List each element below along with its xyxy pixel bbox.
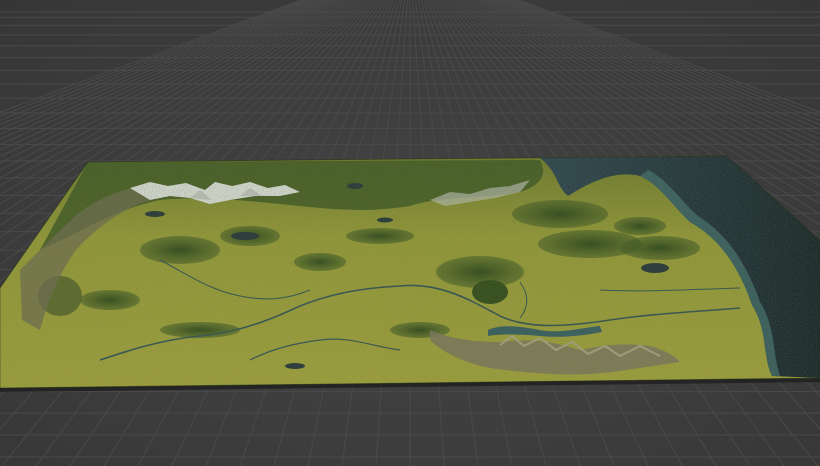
terrain-texture xyxy=(0,156,820,388)
viewport-canvas[interactable] xyxy=(0,0,820,466)
terrain-mesh[interactable] xyxy=(0,150,820,390)
3d-viewport[interactable] xyxy=(0,0,820,466)
